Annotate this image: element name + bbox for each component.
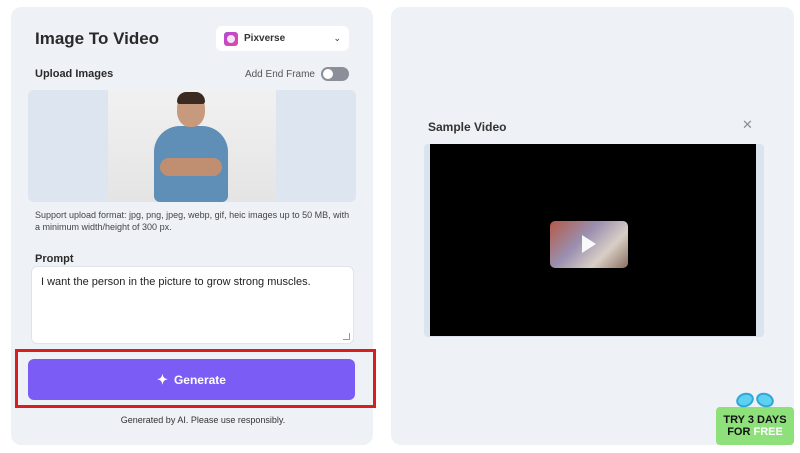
model-select[interactable]: Pixverse ⌄ bbox=[216, 26, 349, 51]
end-frame-control: Add End Frame bbox=[245, 67, 349, 81]
promo-line2-prefix: FOR bbox=[727, 426, 754, 438]
end-frame-label: Add End Frame bbox=[244, 68, 315, 80]
sample-video-title: Sample Video bbox=[428, 120, 507, 134]
ai-disclaimer: Generated by AI. Please use responsibly. bbox=[120, 415, 286, 425]
gift-bow-icon bbox=[734, 390, 776, 411]
chevron-down-icon: ⌄ bbox=[333, 33, 341, 43]
model-select-value: Pixverse bbox=[244, 33, 286, 44]
pixverse-logo-icon bbox=[224, 31, 238, 46]
toggle-knob bbox=[323, 69, 333, 79]
prompt-text: I want the person in the picture to grow… bbox=[41, 276, 311, 288]
sparkle-icon: ✦ bbox=[157, 371, 168, 387]
upload-images-label: Upload Images bbox=[35, 68, 114, 80]
generate-button[interactable]: ✦ Generate bbox=[28, 359, 355, 400]
sample-video-panel: Sample Video ✕ bbox=[391, 7, 794, 445]
promo-line1: TRY 3 DAYS bbox=[723, 414, 787, 426]
promo-line2: FOR FREE bbox=[727, 426, 783, 438]
generate-button-label: Generate bbox=[173, 372, 226, 387]
image-upload-area[interactable] bbox=[28, 90, 356, 202]
sample-video-player[interactable] bbox=[430, 144, 756, 336]
close-icon[interactable]: ✕ bbox=[742, 118, 753, 132]
resize-handle-icon[interactable] bbox=[343, 333, 350, 340]
upload-format-hint: Support upload format: jpg, png, jpeg, w… bbox=[35, 210, 350, 232]
promo-card: TRY 3 DAYS FOR FREE bbox=[716, 407, 794, 445]
play-icon bbox=[582, 235, 596, 253]
uploaded-image-preview bbox=[108, 90, 276, 202]
prompt-label: Prompt bbox=[35, 253, 74, 265]
end-frame-toggle[interactable] bbox=[321, 67, 349, 81]
free-trial-badge[interactable]: TRY 3 DAYS FOR FREE bbox=[716, 390, 794, 445]
video-thumbnail[interactable] bbox=[550, 221, 628, 268]
prompt-input[interactable]: I want the person in the picture to grow… bbox=[31, 266, 354, 344]
page-title: Image To Video bbox=[35, 29, 160, 48]
promo-free: FREE bbox=[753, 426, 783, 438]
